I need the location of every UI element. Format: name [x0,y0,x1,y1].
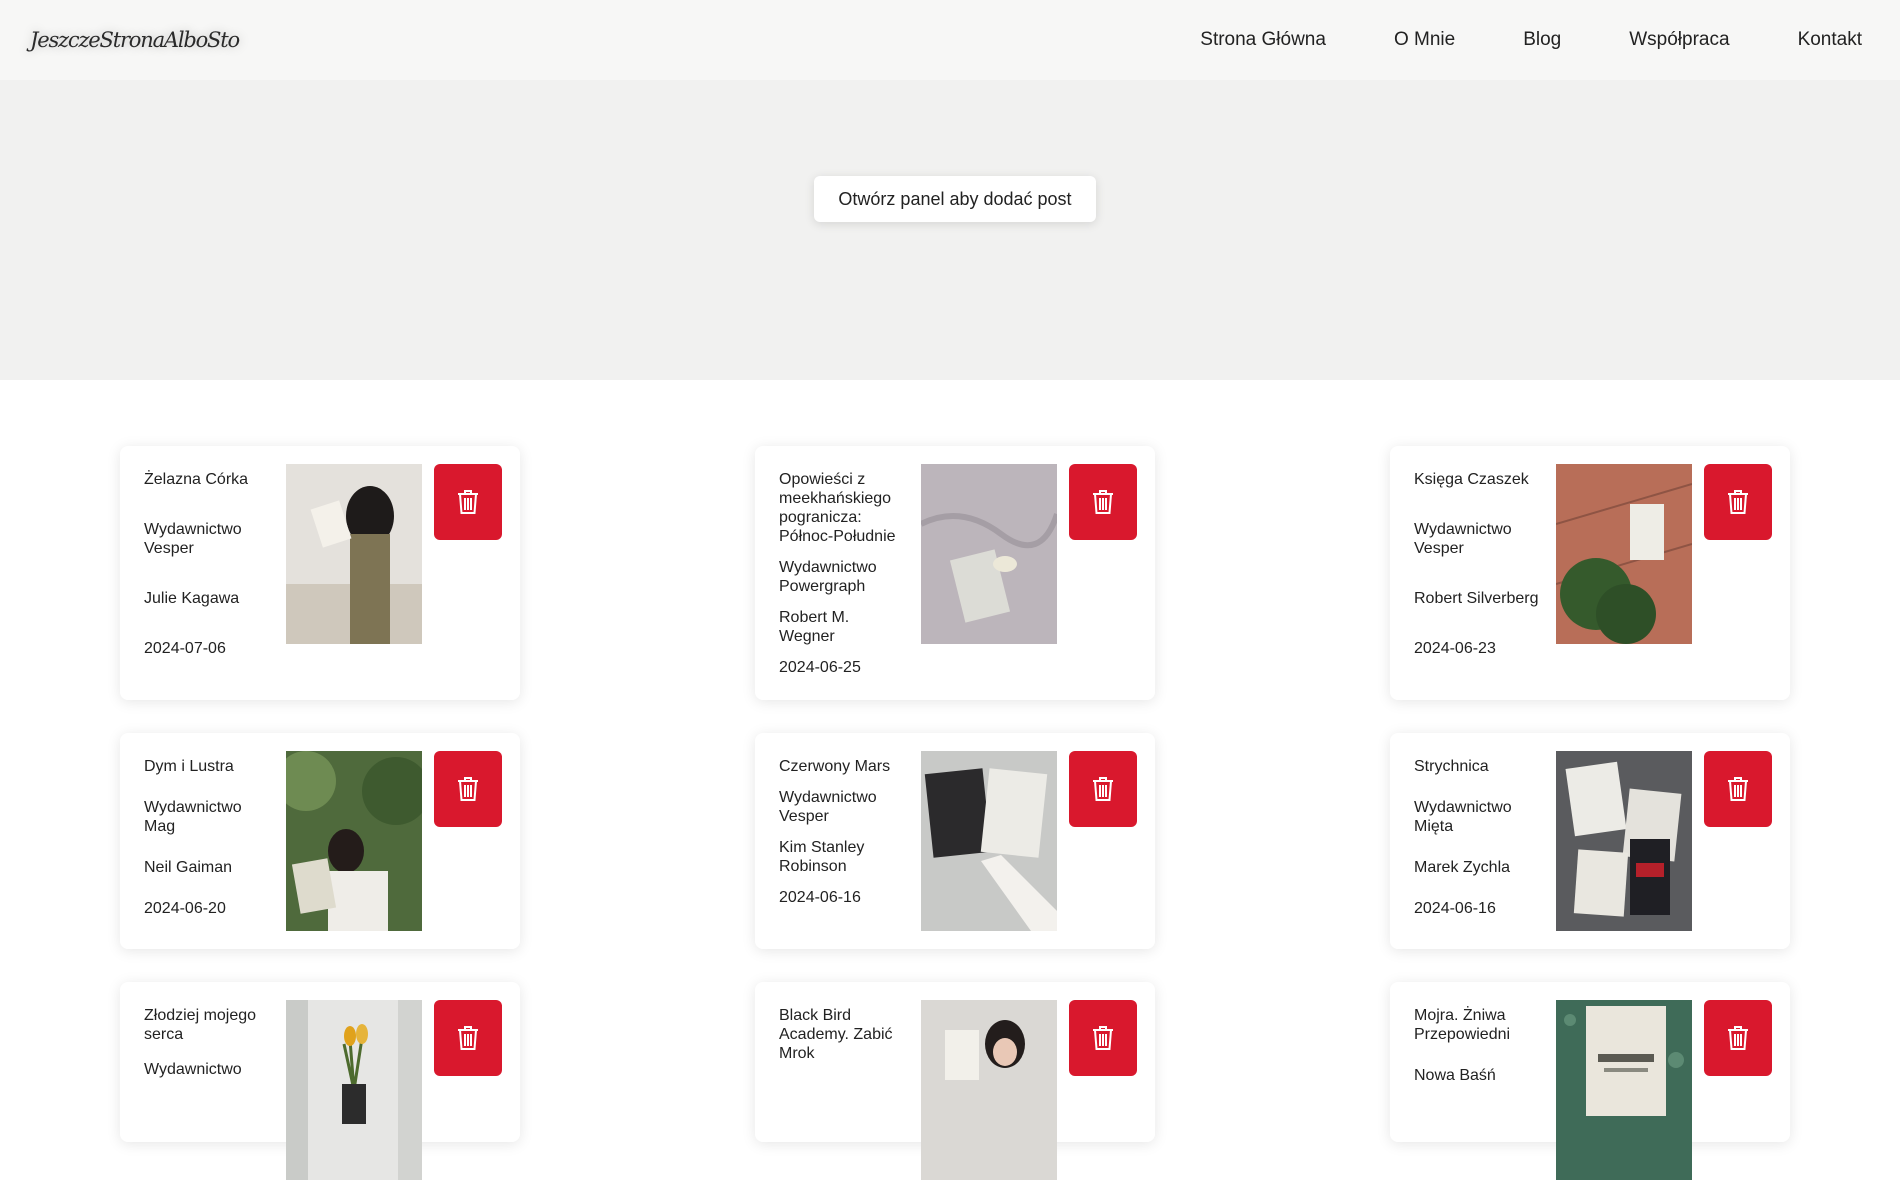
trash-icon [458,1026,478,1050]
navbar: JeszczeStronaAlboSto Strona Główna O Mni… [0,0,1900,80]
post-info: Złodziej mojego serca Wydawnictwo [144,1006,272,1091]
post-author: Marek Zychla [1414,859,1511,876]
post-author: Robert M. Wegner [779,609,850,645]
nav-link-cooperation[interactable]: Współpraca [1629,29,1729,51]
post-publisher: Wydawnictwo Vesper [1414,521,1512,557]
post-publisher: Wydawnictwo [144,1061,242,1078]
post-publisher: Wydawnictwo Mięta [1414,799,1512,835]
post-title: Żelazna Córka [144,471,249,488]
book-photo [921,464,1057,644]
post-publisher: Nowa Baśń [1414,1067,1496,1084]
post-publisher: Wydawnictwo Mag [144,799,242,835]
post-title: Czerwony Mars [779,758,891,775]
post-card: Czerwony Mars Wydawnictwo Vesper Kim Sta… [755,733,1155,949]
trash-icon [1728,1026,1748,1050]
delete-button[interactable] [1069,464,1137,540]
post-title: Black Bird Academy. Zabić Mrok [779,1007,893,1062]
post-card: Żelazna Córka Wydawnictwo Vesper Julie K… [120,446,520,700]
trash-icon [1728,490,1748,514]
delete-button[interactable] [1069,751,1137,827]
post-publisher: Wydawnictwo Vesper [144,521,242,557]
book-photo [921,1000,1057,1180]
post-info: Dym i Lustra Wydawnictwo Mag Neil Gaiman… [144,757,272,930]
delete-button[interactable] [434,464,502,540]
post-card: Black Bird Academy. Zabić Mrok [755,982,1155,1180]
trash-icon [458,490,478,514]
post-date: 2024-06-25 [779,659,861,676]
post-author: Robert Silverberg [1414,590,1539,607]
delete-button[interactable] [1704,751,1772,827]
post-card: Mojra. Żniwa Przepowiedni Nowa Baśń [1390,982,1790,1180]
delete-button[interactable] [434,1000,502,1076]
post-date: 2024-06-16 [1414,900,1496,917]
delete-button[interactable] [434,751,502,827]
trash-icon [1093,490,1113,514]
trash-icon [1093,777,1113,801]
post-card: Złodziej mojego serca Wydawnictwo [120,982,520,1180]
post-author: Neil Gaiman [144,859,233,876]
post-info: Księga Czaszek Wydawnictwo Vesper Robert… [1414,470,1550,670]
post-author: Julie Kagawa [144,590,240,607]
post-info: Żelazna Córka Wydawnictwo Vesper Julie K… [144,470,272,670]
book-photo [286,464,422,644]
nav-link-blog[interactable]: Blog [1523,29,1561,51]
post-title: Opowieści z meekhańskiego pogranicza: Pó… [779,471,896,545]
delete-button[interactable] [1704,1000,1772,1076]
post-info: Mojra. Żniwa Przepowiedni Nowa Baśń [1414,1006,1550,1097]
book-photo [1556,1000,1692,1180]
book-photo [921,751,1057,931]
post-title: Złodziej mojego serca [144,1007,257,1043]
post-date: 2024-06-23 [1414,640,1496,657]
site-logo[interactable]: JeszczeStronaAlboSto [30,28,240,52]
post-info: Black Bird Academy. Zabić Mrok [779,1006,907,1075]
post-author: Kim Stanley Robinson [779,839,865,875]
post-title: Dym i Lustra [144,758,234,775]
book-photo [286,751,422,931]
nav-link-home[interactable]: Strona Główna [1200,29,1326,51]
trash-icon [458,777,478,801]
post-title: Mojra. Żniwa Przepowiedni [1414,1007,1511,1043]
post-card: Dym i Lustra Wydawnictwo Mag Neil Gaiman… [120,733,520,949]
post-publisher: Wydawnictwo Vesper [779,789,877,825]
hero-section: Otwórz panel aby dodać post [0,80,1900,380]
post-date: 2024-07-06 [144,640,226,657]
delete-button[interactable] [1069,1000,1137,1076]
delete-button[interactable] [1704,464,1772,540]
post-title: Księga Czaszek [1414,471,1529,488]
nav-link-about[interactable]: O Mnie [1394,29,1455,51]
open-panel-button[interactable]: Otwórz panel aby dodać post [814,176,1096,222]
post-date: 2024-06-20 [144,900,226,917]
book-photo [1556,464,1692,644]
post-date: 2024-06-16 [779,889,861,906]
main-nav: Strona Główna O Mnie Blog Współpraca Kon… [1200,29,1862,51]
post-publisher: Wydawnictwo Powergraph [779,559,877,595]
post-info: Opowieści z meekhańskiego pogranicza: Pó… [779,470,907,689]
nav-link-contact[interactable]: Kontakt [1798,29,1862,51]
post-card: Strychnica Wydawnictwo Mięta Marek Zychl… [1390,733,1790,949]
trash-icon [1093,1026,1113,1050]
book-photo [286,1000,422,1180]
trash-icon [1728,777,1748,801]
book-photo [1556,751,1692,931]
posts-grid: Żelazna Córka Wydawnictwo Vesper Julie K… [0,380,1900,1180]
post-card: Księga Czaszek Wydawnictwo Vesper Robert… [1390,446,1790,700]
post-title: Strychnica [1414,758,1489,775]
post-info: Czerwony Mars Wydawnictwo Vesper Kim Sta… [779,757,907,919]
post-card: Opowieści z meekhańskiego pogranicza: Pó… [755,446,1155,700]
post-info: Strychnica Wydawnictwo Mięta Marek Zychl… [1414,757,1550,930]
